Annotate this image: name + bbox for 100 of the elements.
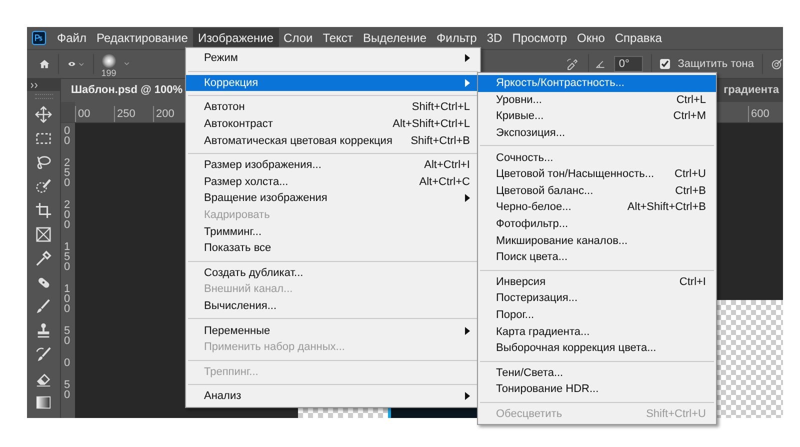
shortcut-label: Shift+Ctrl+U [646, 408, 706, 420]
stamp-icon[interactable] [35, 322, 52, 339]
menu-item[interactable]: Анализ [186, 388, 480, 405]
menu-item[interactable]: Экспозиция... [478, 124, 716, 142]
menu-item[interactable]: Создать дубликат... [186, 264, 480, 282]
menu-bar-item[interactable]: Фильтр [432, 28, 482, 48]
shortcut-label: Ctrl+M [673, 110, 706, 122]
shortcut-label: Shift+Ctrl+B [410, 134, 470, 147]
submenu-arrow-icon [465, 54, 470, 62]
menu-bar-item[interactable]: Слои [278, 28, 318, 48]
menu-bar-item[interactable]: Редактирование [92, 28, 193, 48]
menu-item[interactable]: Кривые... Ctrl+M [478, 108, 716, 125]
frame-tool-icon[interactable] [35, 226, 52, 243]
menu-item[interactable]: Вращение изображения [186, 190, 480, 207]
shortcut-label: Alt+Shift+Ctrl+B [627, 201, 706, 214]
menu-item-label: Экспозиция... [496, 127, 566, 140]
menu-item[interactable]: Фотофильтр... [478, 216, 716, 232]
app-logo-icon[interactable] [32, 31, 46, 45]
caret-icon[interactable] [124, 61, 130, 67]
menu-item[interactable]: Цветовой баланс... Ctrl+B [478, 182, 716, 200]
menu-item-label: Кривые... [496, 110, 545, 122]
menu-item-label: Вычисления... [204, 300, 278, 312]
menu-item-label: Уровни... [496, 94, 543, 106]
menu-item[interactable]: Размер холста... Alt+Ctrl+C [186, 174, 480, 190]
quick-selection-icon[interactable] [35, 178, 52, 195]
menu-item[interactable]: Автоматическая цветовая коррекция Shift+Ctrl+B [186, 132, 480, 149]
brush-size-label: 199 [101, 68, 116, 78]
ruler-label: 0 [63, 358, 72, 368]
submenu-arrow-icon [465, 326, 470, 335]
document-tab[interactable]: градиента [718, 79, 783, 102]
shortcut-label: Ctrl+I [679, 276, 706, 288]
shortcut-label: Shift+Ctrl+L [412, 101, 470, 114]
crop-tool-icon[interactable] [35, 202, 52, 219]
shortcut-label: Ctrl+B [675, 184, 706, 197]
menu-item[interactable]: Уровни... Ctrl+L [478, 92, 716, 108]
menu-item[interactable]: Цветовой тон/Насыщенность... Ctrl+U [478, 166, 716, 183]
menu-bar-item[interactable]: Просмотр [507, 28, 572, 48]
menu-item-label: Инверсия [496, 276, 547, 288]
menu-item-label: Поиск цвета... [496, 251, 569, 264]
menu-item[interactable]: Сочность... [478, 149, 716, 166]
protect-tones-checkbox[interactable] [660, 59, 670, 69]
ruler-label: 00 [63, 126, 72, 146]
menu-item[interactable]: Порог... [478, 306, 716, 324]
shortcut-label: Ctrl+L [676, 94, 706, 106]
history-brush-icon[interactable] [35, 346, 52, 363]
menu-item[interactable]: Инверсия Ctrl+I [478, 274, 716, 290]
menu-bar-item[interactable]: Изображение [192, 28, 279, 48]
move-tool-icon[interactable] [35, 106, 52, 123]
brush-icon[interactable] [35, 298, 52, 315]
menu-item-label: Цветовой тон/Насыщенность... [496, 168, 656, 180]
menu-item-label: Автоконтраст [204, 118, 274, 130]
menu-item[interactable]: Микширование каналов... [478, 232, 716, 249]
menu-bar-item[interactable]: Окно [572, 28, 610, 48]
menu-item[interactable]: Поиск цвета... [478, 248, 716, 266]
submenu-arrow-icon [465, 194, 470, 202]
panel-grip-icon[interactable] [34, 94, 52, 99]
angle-field[interactable]: 0° [614, 56, 644, 72]
lasso-tool-icon[interactable] [35, 154, 52, 171]
menu-bar-item[interactable]: Текст [318, 28, 358, 48]
menu-item[interactable]: Яркость/Контрастность... [478, 75, 716, 92]
menu-item[interactable]: Коррекция [186, 74, 480, 92]
menu-bar-item[interactable]: Справка [610, 28, 667, 48]
brush-preview-icon[interactable] [102, 54, 116, 68]
home-icon[interactable] [39, 57, 50, 71]
menu-item[interactable]: Показать все [186, 240, 480, 257]
menu-item[interactable]: Тримминг... [186, 223, 480, 240]
shortcut-label: Alt+Ctrl+I [424, 159, 470, 172]
menu-item[interactable]: Черно-белое... Alt+Shift+Ctrl+B [478, 199, 716, 216]
menu-item[interactable]: Тонирование HDR... [478, 381, 716, 398]
marquee-tool-icon[interactable] [35, 130, 52, 147]
menu-item-label: Постеризация... [496, 292, 579, 304]
gradient-tool-icon[interactable] [35, 394, 52, 411]
menu-item[interactable]: Вычисления... [186, 298, 480, 314]
protect-tones-label: Защитить тона [678, 58, 754, 70]
ruler-label: 00 [75, 106, 114, 122]
menu-item[interactable]: Выборочная коррекция цвета... [478, 340, 716, 356]
menu-item-label: Черно-белое... [496, 201, 572, 214]
menu-item[interactable]: Размер изображения... Alt+Ctrl+I [186, 156, 480, 174]
shortcut-label: Ctrl+U [674, 168, 706, 180]
menu-item-label: Внешний канал... [204, 283, 294, 296]
menu-item[interactable]: Режим [186, 50, 480, 67]
menu-item-label: Анализ [204, 390, 242, 402]
menu-bar-item[interactable]: Выделение [358, 28, 432, 48]
menu-item-label: Яркость/Контрастность... [496, 77, 626, 90]
eyedropper-icon[interactable] [35, 250, 52, 267]
menu-item[interactable]: Постеризация... [478, 290, 716, 307]
ruler-label: 250 [114, 106, 153, 122]
menu-item-label: Карта градиента... [496, 326, 591, 338]
menu-item-label: Треппинг... [204, 366, 260, 378]
menu-item-label: Тримминг... [204, 226, 263, 238]
expand-icon[interactable] [31, 82, 39, 88]
menu-item[interactable]: Карта градиента... [478, 323, 716, 340]
menu-bar-item[interactable]: 3D [482, 28, 508, 48]
menu-item-label: Тени/Света... [496, 366, 564, 379]
menu-item-label: Автотон [204, 101, 246, 114]
menu-item-label: Переменные [204, 324, 272, 337]
menu-bar-item[interactable]: Файл [52, 28, 92, 48]
menu-item[interactable]: Переменные [186, 322, 480, 339]
menu-item-label: Создать дубликат... [204, 266, 304, 279]
menu-item[interactable]: Тени/Света... [478, 364, 716, 382]
